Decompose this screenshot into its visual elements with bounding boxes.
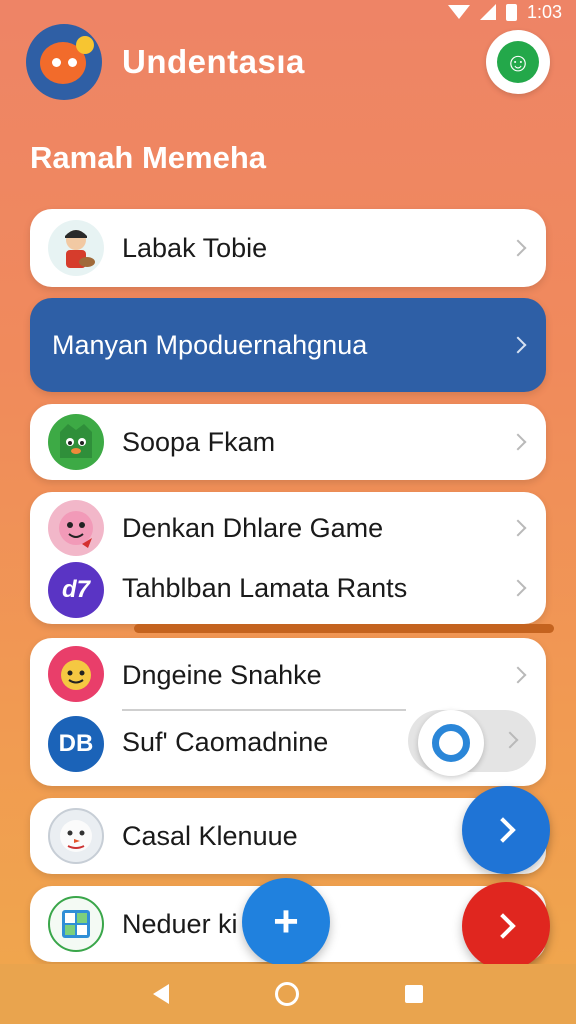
smile-icon: ☺ — [497, 41, 539, 83]
list-item[interactable]: Soopa Fkam — [30, 404, 546, 480]
next-button-blue[interactable] — [462, 786, 550, 874]
recent-apps-icon[interactable] — [405, 985, 423, 1003]
chevron-right-icon — [490, 817, 516, 843]
list-item[interactable]: Dngeine Snahke — [30, 638, 546, 710]
chevron-right-icon — [501, 731, 519, 749]
section-title: Ramah Memeha — [30, 140, 267, 175]
back-icon[interactable] — [153, 984, 169, 1004]
snowman-icon — [48, 808, 104, 864]
chevron-right-icon — [509, 579, 527, 597]
list-item[interactable]: d7 Tahblban Lamata Rants — [30, 558, 546, 624]
list-group: Denkan Dhlare Game d7 Tahblban Lamata Ra… — [30, 492, 546, 624]
app-title: Undentasıa — [122, 43, 305, 80]
list-item-label: Casal Klenuue — [122, 821, 298, 851]
chevron-right-icon — [509, 519, 527, 537]
toggle-ring-icon — [432, 724, 470, 762]
signal-icon — [479, 4, 496, 20]
chevron-right-icon — [509, 239, 527, 257]
list-item[interactable]: Denkan Dhlare Game — [30, 492, 546, 562]
chevron-right-icon — [490, 913, 516, 939]
green-monster-icon — [48, 414, 104, 470]
status-bar: 1:03 — [0, 0, 576, 24]
list-item-label: Dngeine Snahke — [122, 660, 322, 690]
list-item-label: Tahblban Lamata Rants — [122, 573, 408, 603]
toggle-switch[interactable] — [418, 710, 484, 776]
list-item-label: Suf' Caomadnine — [122, 727, 329, 757]
next-button-red[interactable] — [462, 882, 550, 970]
list-item-label: Manyan Mpoduernahgnua — [52, 330, 368, 360]
system-nav-bar — [0, 964, 576, 1024]
grid-app-icon — [48, 896, 104, 952]
profile-button[interactable]: ☺ — [486, 30, 550, 94]
list-item-label: Soopa Fkam — [122, 427, 276, 457]
status-time: 1:03 — [526, 1, 562, 22]
wifi-icon — [447, 5, 470, 19]
list-item-selected[interactable]: Manyan Mpoduernahgnua — [30, 298, 546, 392]
kid-icon — [48, 220, 104, 276]
list-item-label: Labak Tobie — [122, 233, 268, 263]
add-button[interactable]: + — [242, 878, 330, 966]
list-item-label: Denkan Dhlare Game — [122, 513, 384, 543]
chevron-right-icon — [509, 666, 527, 684]
yellow-face-icon — [48, 646, 104, 702]
app-header: Undentasıa ☺ — [26, 22, 550, 102]
list-item[interactable]: Labak Tobie — [30, 209, 546, 287]
app-logo-icon — [26, 24, 102, 100]
d7-logo: d7 — [48, 562, 104, 618]
db-logo: DB — [48, 716, 104, 772]
pink-face-icon — [48, 500, 104, 556]
divider — [122, 709, 406, 711]
list-item-label: Neduer ki — [122, 909, 238, 939]
chevron-right-icon — [509, 336, 527, 354]
chevron-right-icon — [509, 433, 527, 451]
battery-icon — [505, 3, 517, 21]
home-icon[interactable] — [275, 982, 299, 1006]
scroll-indicator — [134, 624, 554, 633]
